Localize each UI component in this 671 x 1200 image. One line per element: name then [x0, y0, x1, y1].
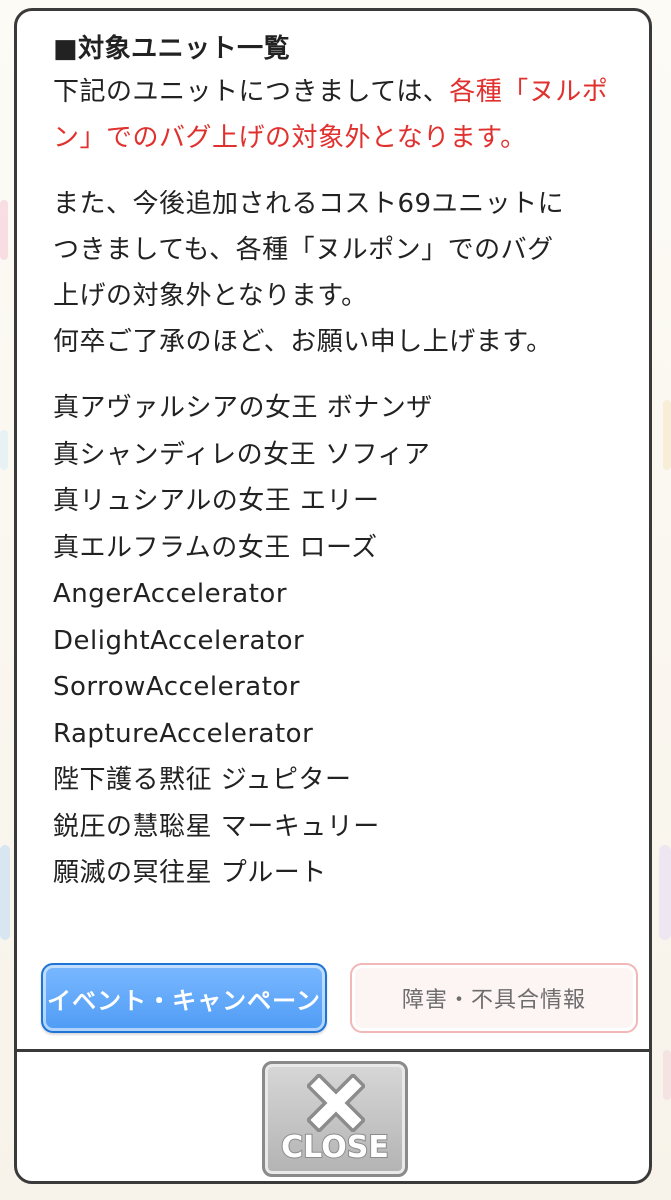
- unit-list-item: 真リュシアルの女王 エリー: [53, 486, 380, 516]
- notice-paragraph-1: 下記のユニットにつきましては、各種「ヌルポン」でのバグ上げの対象外となります。: [53, 69, 633, 161]
- background-decoration: [663, 400, 671, 470]
- fault-info-button[interactable]: 障害・不具合情報: [350, 963, 638, 1033]
- close-label: CLOSE: [280, 1129, 390, 1166]
- unit-list-item: AngerAccelerator: [53, 579, 288, 609]
- unit-list-item: DelightAccelerator: [53, 625, 305, 656]
- paragraph-1-text: 下記のユニットにつきましては、: [53, 77, 450, 107]
- notice-dialog: ■対象ユニット一覧 下記のユニットにつきましては、各種「ヌルポン」でのバグ上げの…: [14, 8, 652, 1184]
- paragraph-2-line: 何卒ご了承のほど、お願い申し上げます。: [53, 327, 553, 357]
- close-x-icon: [307, 1074, 365, 1132]
- unit-list-item: SorrowAccelerator: [53, 672, 300, 702]
- unit-list-item: 鋭圧の慧聡星 マーキュリー: [53, 811, 380, 842]
- unit-list-item: RaptureAccelerator: [53, 718, 314, 749]
- background-decoration: [0, 200, 8, 260]
- paragraph-2-line: また、今後追加されるコスト69ユニットに: [53, 189, 565, 219]
- unit-list-item: 願滅の冥往星 プルート: [53, 858, 327, 888]
- event-campaign-button[interactable]: イベント・キャンペーン: [41, 963, 327, 1033]
- background-decoration: [659, 845, 671, 940]
- background-decoration: [0, 845, 10, 940]
- unit-list-item: 陛下護る黙征 ジュピター: [53, 765, 352, 795]
- notice-heading: ■対象ユニット一覧: [53, 34, 291, 64]
- footer-divider: [17, 1049, 649, 1052]
- background-decoration: [0, 430, 8, 470]
- notice-paragraph-2: また、今後追加されるコスト69ユニットに つきましても、各種「ヌルポン」でのバグ…: [53, 181, 633, 365]
- notice-content: ■対象ユニット一覧 下記のユニットにつきましては、各種「ヌルポン」でのバグ上げの…: [53, 31, 633, 897]
- paragraph-2-line: つきましても、各種「ヌルポン」でのバグ: [53, 235, 554, 265]
- unit-list-item: 真シャンディレの女王 ソフィア: [53, 439, 431, 470]
- unit-list: 真アヴァルシアの女王 ボナンザ 真シャンディレの女王 ソフィア 真リュシアルの女…: [53, 385, 633, 897]
- close-button[interactable]: CLOSE: [262, 1061, 408, 1177]
- unit-list-item: 真アヴァルシアの女王 ボナンザ: [53, 393, 433, 423]
- paragraph-2-line: 上げの対象外となります。: [53, 281, 368, 311]
- unit-list-item: 真エルフラムの女王 ローズ: [53, 532, 378, 563]
- background-decoration: [663, 1050, 671, 1100]
